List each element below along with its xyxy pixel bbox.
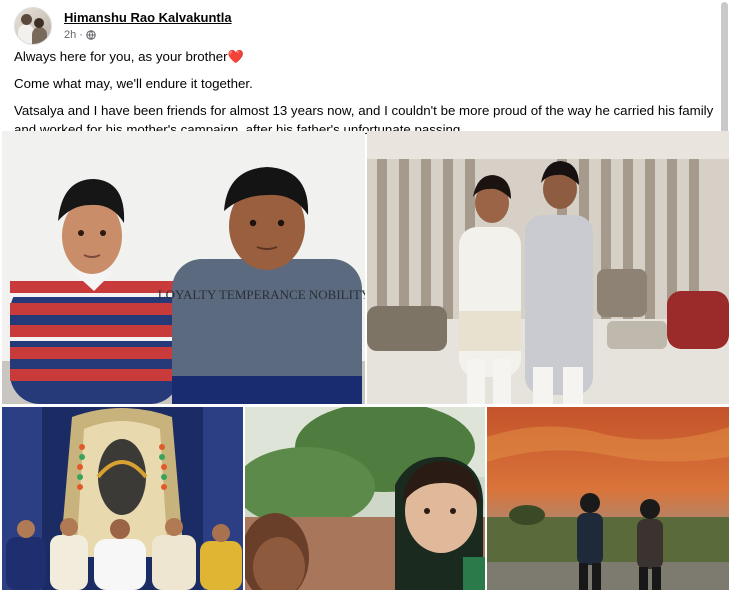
photo-5-image	[487, 407, 729, 590]
photo-1-image: LOYALTY TEMPERANCE NOBILITY	[2, 131, 365, 404]
post-photo-2[interactable]	[367, 131, 729, 404]
photo-4-image	[245, 407, 485, 590]
facebook-post: Himanshu Rao Kalvakuntla 2h · Always her…	[0, 0, 730, 590]
post-photo-3[interactable]	[2, 407, 243, 590]
post-photo-5[interactable]	[487, 407, 729, 590]
globe-icon	[86, 30, 96, 40]
post-header: Himanshu Rao Kalvakuntla 2h ·	[14, 7, 232, 45]
photo-3-image	[2, 407, 243, 590]
post-text-line-1: Always here for you, as your brother❤️	[14, 49, 244, 64]
post-text-line-2: Come what may, we'll endure it together.	[14, 76, 253, 91]
post-photo-1[interactable]: LOYALTY TEMPERANCE NOBILITY	[2, 131, 365, 404]
author-name-link[interactable]: Himanshu Rao Kalvakuntla	[64, 10, 232, 26]
heart-emoji-icon: ❤️	[227, 49, 244, 64]
author-avatar[interactable]	[14, 7, 52, 45]
post-subtitle: 2h ·	[64, 28, 232, 42]
post-photo-4[interactable]	[245, 407, 485, 590]
post-time[interactable]: 2h	[64, 28, 76, 42]
meta-separator: ·	[79, 29, 83, 41]
shirt-print-text: LOYALTY TEMPERANCE NOBILITY	[158, 287, 365, 302]
post-meta: Himanshu Rao Kalvakuntla 2h ·	[64, 10, 232, 42]
photo-2-image	[367, 131, 729, 404]
